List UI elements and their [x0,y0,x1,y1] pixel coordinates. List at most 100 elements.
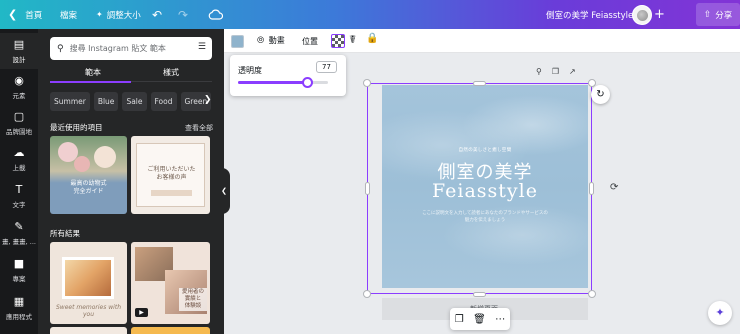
file-label: 檔案 [60,10,78,21]
template-thumbnail[interactable]: 最高の幼物式 完全ガイド [50,136,127,214]
resize-handle[interactable] [589,182,594,195]
transparency-icon[interactable] [331,34,345,48]
home-label: 首頁 [25,10,43,21]
rail-label: 應用程式 [6,312,32,321]
resize-button[interactable]: ✦ 調整大小 [96,0,141,29]
thumbnail-text: 最高の幼物式 完全ガイド [70,180,107,195]
chevron-left-icon: ❮ [8,8,18,21]
share-icon: ⇧ [703,9,712,20]
search-input[interactable]: ⚲ 搜尋 Instagram 貼文 範本 ☰ [50,37,212,60]
template-panel: ⚲ 搜尋 Instagram 貼文 範本 ☰ 範本 樣式 Summer Blue S… [38,29,224,334]
rail-item-text[interactable]: T 文字 [0,178,38,214]
page-caption[interactable]: 自然の美しさと癒し空間 [382,147,588,153]
rail-item-apps[interactable]: ▦ 應用程式 [0,290,38,326]
thumbnail-photo [62,257,114,299]
add-collaborator-button[interactable]: + [654,0,665,29]
resize-handle[interactable] [588,290,596,298]
rail-label: 元素 [12,91,26,100]
template-thumbnail[interactable]: 愛用者の 實績と 体験談 ▶ [131,242,210,324]
rail-label: 上載 [12,163,26,172]
shapes-icon: ◉ [14,73,24,87]
template-thumbnail[interactable] [50,327,127,334]
filter-icon[interactable]: ☰ [198,42,206,52]
template-thumbnail[interactable]: Sweet memories with you [50,242,127,324]
tab-styles[interactable]: 樣式 [163,67,179,78]
redo-button[interactable]: ↷ [178,0,188,29]
slider-fill [238,81,307,84]
position-button[interactable]: 位置 [302,36,318,47]
slider-knob[interactable] [302,77,313,88]
rail-item-brand[interactable]: ▢ 品牌園地 [0,105,38,141]
resize-label: 調整大小 [106,10,141,21]
template-thumbnail[interactable] [131,327,210,334]
active-tab-indicator [50,81,131,83]
rail-label: 品牌園地 [6,127,32,136]
flower-shape [74,156,90,172]
results-heading: 所有結果 [50,229,80,238]
thumbnail-text: Sweet memories with you [56,304,121,318]
lock-icon[interactable]: 🔒 [366,33,378,44]
apps-icon: ▦ [13,294,25,308]
context-toolbar: ⦾ 動畫 位置 ☤ 🔒 [224,29,740,53]
trash-icon[interactable]: 🗑 [473,314,486,325]
recent-heading: 最近使用的項目 [50,123,103,132]
magic-assistant-icon[interactable]: ✦ [708,301,732,325]
rail-item-uploads[interactable]: ☁ 上載 [0,141,38,177]
avatar[interactable] [632,5,652,25]
rail-label: 文字 [12,200,26,209]
upload-icon: ☁ [13,145,25,159]
rail-label: 設計 [12,55,26,64]
rail-item-draw[interactable]: ✎ 畫, 畫畫, ... [0,215,38,251]
lock-page-icon[interactable]: ⚲ [536,67,542,76]
undo-button[interactable]: ↶ [152,0,162,29]
design-page[interactable]: 自然の美しさと癒し空間 側室の美学 Feiasstyle ここに説明文を入力して… [382,85,588,288]
rail-item-design[interactable]: ▤ 設計 [0,33,38,69]
video-icon: ▶ [135,308,148,317]
copy-icon[interactable]: ❐ [455,314,464,325]
see-all-link[interactable]: 查看全部 [185,123,213,133]
page-actions: ⚲ ❐ ↗ [536,67,586,76]
animate-label: 動畫 [268,36,285,45]
tab-templates[interactable]: 範本 [85,67,101,78]
resize-handle[interactable] [363,79,371,87]
draw-icon: ✎ [14,219,24,233]
paint-roller-icon[interactable]: ☤ [349,33,356,46]
page-description[interactable]: ここに説明文を入力して読者にあなたのブランドやサービスの魅力を伝えましょう [422,210,548,224]
transparency-value-input[interactable]: 77 [316,61,337,73]
chip[interactable]: Food [150,92,177,111]
rail-item-elements[interactable]: ◉ 元素 [0,69,38,105]
chip[interactable]: Sale [122,92,147,111]
rail-label: 專案 [12,274,26,283]
animate-icon: ⦾ [257,36,265,46]
rotate-icon[interactable]: ⟳ [610,182,618,193]
resize-handle[interactable] [473,81,486,86]
more-icon[interactable]: ⋯ [495,314,505,325]
rail-item-projects[interactable]: ■ 專案 [0,252,38,288]
sparkle-icon: ✦ [96,10,103,19]
home-button[interactable]: ❮ 首頁 [8,0,42,29]
resize-handle[interactable] [363,290,371,298]
top-bar: ❮ 首頁 檔案 ✦ 調整大小 ↶ ↷ 側室の美学 Feiasstyle + ⇧ … [0,0,740,29]
add-page-icon[interactable]: ↗ [569,67,576,76]
refresh-icon[interactable]: ↻ [591,85,610,104]
template-thumbnail[interactable]: ご利用いただいた お客様の声 [131,136,210,214]
color-swatch[interactable] [231,35,244,48]
resize-handle[interactable] [473,292,486,297]
resize-handle[interactable] [365,182,370,195]
search-icon: ⚲ [57,43,64,54]
share-button[interactable]: ⇧ 分享 [696,3,740,26]
chip[interactable]: Blue [93,92,119,111]
chip[interactable]: Summer [50,92,90,111]
flower-shape [94,146,116,168]
document-title[interactable]: 側室の美学 Feiasstyle [546,0,633,29]
duplicate-page-icon[interactable]: ❐ [552,67,559,76]
chevron-right-icon[interactable]: ❯ [204,95,212,105]
page-brand[interactable]: Feiasstyle [382,180,588,202]
cloud-save-icon[interactable] [208,9,224,22]
animate-button[interactable]: ⦾ 動畫 [257,35,285,46]
collapse-panel-button[interactable]: ❮ [218,168,230,214]
thumbnail-text: 愛用者の 實績と 体験談 [179,288,207,311]
file-menu-button[interactable]: 檔案 [60,0,77,29]
element-toolbar: ❐ 🗑 ⋯ [450,308,510,330]
share-label: 分享 [715,10,733,21]
